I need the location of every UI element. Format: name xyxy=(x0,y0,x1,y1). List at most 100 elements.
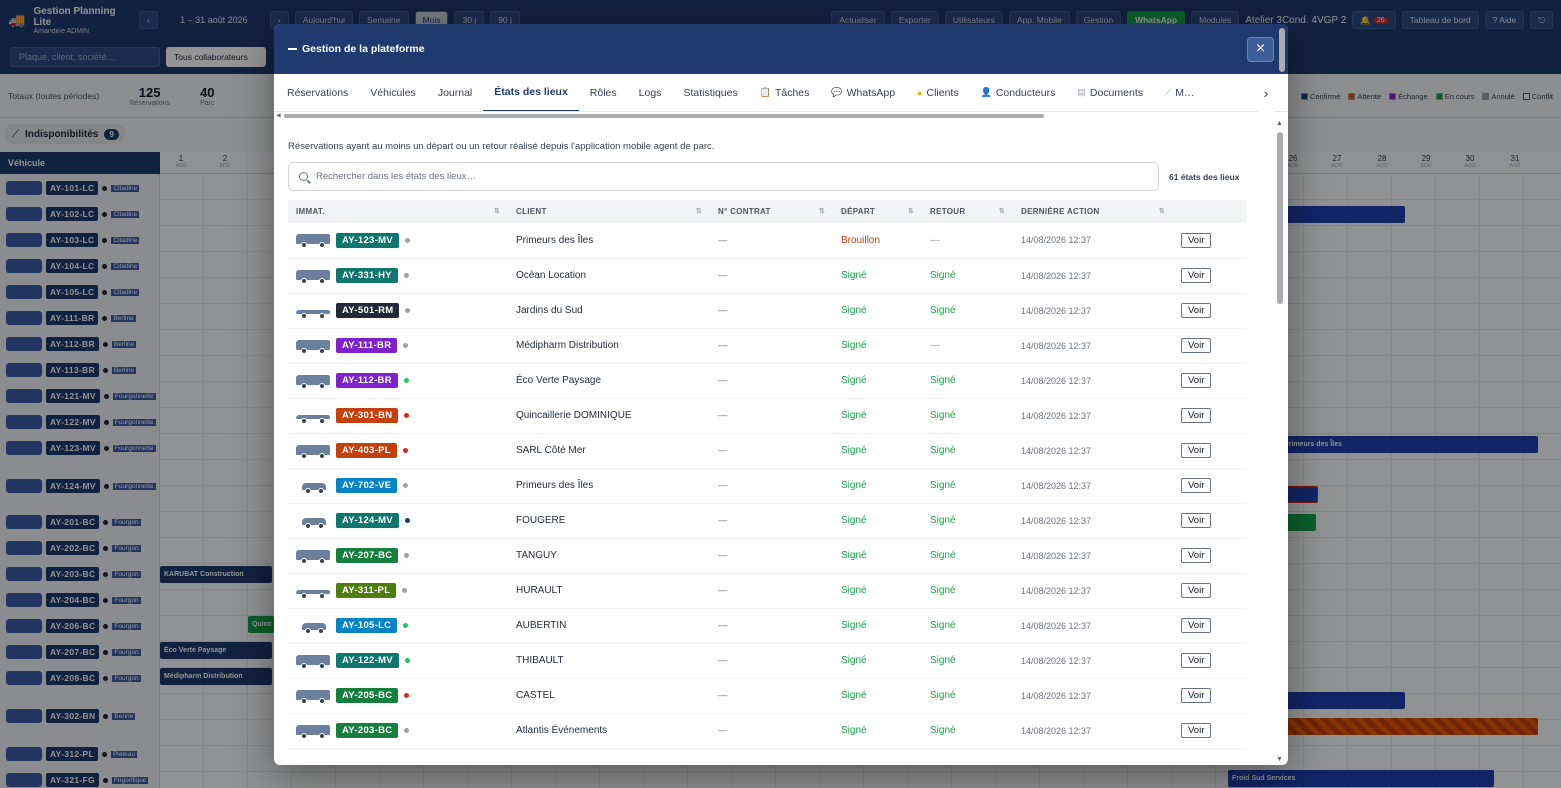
tab-vehicules[interactable]: Véhicules xyxy=(359,74,427,111)
cell-actions: Voir xyxy=(1173,258,1246,293)
table-row: AY-311-PL HURAULT — Signé Signé 14/08/2026 12… xyxy=(288,573,1246,608)
cell-contract: — xyxy=(718,690,728,701)
cell-actions: Voir xyxy=(1173,328,1246,363)
table-header-row: IMMAT. ⇅ CLIENT ⇅ N° CONTRAT ⇅ DÉPART ⇅ RETO… xyxy=(288,200,1246,223)
view-button[interactable]: Voir xyxy=(1181,268,1212,283)
cell-depart: Signé xyxy=(841,585,867,596)
cell-contract: — xyxy=(718,375,728,386)
close-button[interactable]: × xyxy=(1247,36,1274,62)
cell-retour: Signé xyxy=(930,620,956,631)
table-row: AY-122-MV THIBAULT — Signé Signé 14/08/2026 1… xyxy=(288,643,1246,678)
plate-badge: AY-105-LC xyxy=(336,618,398,633)
tab-reservations[interactable]: Réservations xyxy=(276,74,359,111)
col-header-client[interactable]: CLIENT ⇅ xyxy=(508,200,710,223)
tab-whatsapp[interactable]: 💬 WhatsApp xyxy=(820,74,906,111)
cell-immat: AY-205-BC xyxy=(288,678,508,713)
cell-immat: AY-123-MV xyxy=(288,223,508,258)
cell-last-action: 14/08/2026 12:37 xyxy=(1021,585,1092,596)
cell-retour: Signé xyxy=(930,480,956,491)
view-button[interactable]: Voir xyxy=(1181,548,1212,563)
cell-contract: — xyxy=(718,655,728,666)
view-button[interactable]: Voir xyxy=(1181,338,1212,353)
view-button[interactable]: Voir xyxy=(1181,583,1212,598)
cell-client: FOUGERE xyxy=(516,515,566,526)
table-row: AY-207-BC TANGUY — Signé Signé 14/08/2026 12:… xyxy=(288,538,1246,573)
cell-last-action: 14/08/2026 12:37 xyxy=(1021,235,1092,246)
view-button[interactable]: Voir xyxy=(1181,232,1212,248)
scrollbar-thumb[interactable] xyxy=(1279,28,1285,72)
modal-tabs: Réservations Véhicules Journal États des li… xyxy=(274,74,1288,112)
cell-contract: — xyxy=(718,550,728,561)
tab-journal[interactable]: Journal xyxy=(427,74,483,111)
vehicle-plateau-icon xyxy=(296,583,330,599)
cell-depart: Signé xyxy=(841,725,867,736)
cell-immat: AY-301-BN xyxy=(288,398,508,433)
tab-conducteurs[interactable]: 👤 Conducteurs xyxy=(970,74,1067,111)
inspection-search-input[interactable] xyxy=(316,171,1116,182)
tab-clients[interactable]: ● Clients xyxy=(906,74,970,111)
tab-taches[interactable]: 📋 Tâches xyxy=(749,74,821,111)
sort-icon: ⇅ xyxy=(695,208,702,215)
cell-depart: Signé xyxy=(841,480,867,491)
page-vertical-scrollbar[interactable] xyxy=(1278,24,1286,765)
tabs-horizontal-scrollbar[interactable]: ◀ xyxy=(274,112,1288,120)
status-dot xyxy=(405,308,411,313)
cell-contract: — xyxy=(718,270,728,281)
coin-icon: ● xyxy=(917,87,923,98)
cell-last-action: 14/08/2026 12:37 xyxy=(1021,445,1092,456)
tab-logs[interactable]: Logs xyxy=(628,74,673,111)
cell-depart: Signé xyxy=(841,375,867,386)
cell-immat: AY-702-VE xyxy=(288,468,508,503)
vehicle-car-icon xyxy=(296,618,330,634)
cell-depart: Signé xyxy=(841,515,867,526)
cell-contract: — xyxy=(718,725,728,736)
cell-contract: — xyxy=(718,585,728,596)
inspection-search-field[interactable] xyxy=(288,162,1159,191)
table-row: AY-105-LC AUBERTIN — Signé Signé 14/08/2026 1… xyxy=(288,608,1246,643)
cell-last-action: 14/08/2026 12:37 xyxy=(1021,340,1092,351)
cell-immat: AY-403-PL xyxy=(288,433,508,468)
view-button[interactable]: Voir xyxy=(1181,688,1212,703)
col-header-retour[interactable]: RETOUR ⇅ xyxy=(922,200,1013,223)
tabs-scroll-right-button[interactable]: › xyxy=(1258,74,1274,112)
scrollbar-thumb[interactable] xyxy=(284,114,1044,118)
cell-client: SARL Côté Mer xyxy=(516,445,586,456)
view-button[interactable]: Voir xyxy=(1181,513,1212,528)
view-button[interactable]: Voir xyxy=(1181,723,1212,738)
view-button[interactable]: Voir xyxy=(1181,653,1212,668)
tab-m[interactable]: ⟋ M… xyxy=(1154,74,1206,111)
view-button[interactable]: Voir xyxy=(1181,443,1212,458)
view-button[interactable]: Voir xyxy=(1181,478,1212,493)
col-header-actions xyxy=(1173,200,1246,223)
inspections-table: IMMAT. ⇅ CLIENT ⇅ N° CONTRAT ⇅ DÉPART ⇅ RETO… xyxy=(288,200,1246,749)
table-row: AY-403-PL SARL Côté Mer — Signé Signé 14/08/2… xyxy=(288,433,1246,468)
cell-actions: Voir xyxy=(1173,643,1246,678)
plate-badge: AY-203-BC xyxy=(336,723,399,738)
col-header-last-action[interactable]: DERNIÈRE ACTION ⇅ xyxy=(1013,200,1173,223)
cell-immat: AY-203-BC xyxy=(288,713,508,748)
tab-statistiques[interactable]: Statistiques xyxy=(672,74,748,111)
tab-label: États des lieux xyxy=(494,85,568,98)
col-header-contract[interactable]: N° CONTRAT ⇅ xyxy=(710,200,833,223)
tab-etats-des-lieux[interactable]: États des lieux xyxy=(483,74,579,111)
view-button[interactable]: Voir xyxy=(1181,618,1212,633)
col-header-immat[interactable]: IMMAT. ⇅ xyxy=(288,200,508,223)
cell-depart: Signé xyxy=(841,620,867,631)
cell-depart: Signé xyxy=(841,550,867,561)
tab-roles[interactable]: Rôles xyxy=(579,74,628,111)
cell-depart: Signé xyxy=(841,655,867,666)
cell-contract: — xyxy=(718,515,728,526)
result-count: 61 états des lieux xyxy=(1169,171,1240,182)
search-row: 61 états des lieux xyxy=(288,162,1260,191)
view-button[interactable]: Voir xyxy=(1181,303,1212,318)
view-button[interactable]: Voir xyxy=(1181,408,1212,423)
tab-documents[interactable]: ▤ Documents xyxy=(1066,74,1154,111)
vehicle-truck-icon xyxy=(296,268,330,284)
table-row: AY-205-BC CASTEL — Signé Signé 14/08/2026 12:… xyxy=(288,678,1246,713)
col-header-depart[interactable]: DÉPART ⇅ xyxy=(833,200,922,223)
plate-badge: AY-331-HY xyxy=(336,268,398,283)
plate-badge: AY-122-MV xyxy=(336,653,399,668)
sort-icon: ⇅ xyxy=(1158,208,1165,215)
view-button[interactable]: Voir xyxy=(1181,373,1212,388)
document-icon: ▤ xyxy=(1077,87,1086,97)
